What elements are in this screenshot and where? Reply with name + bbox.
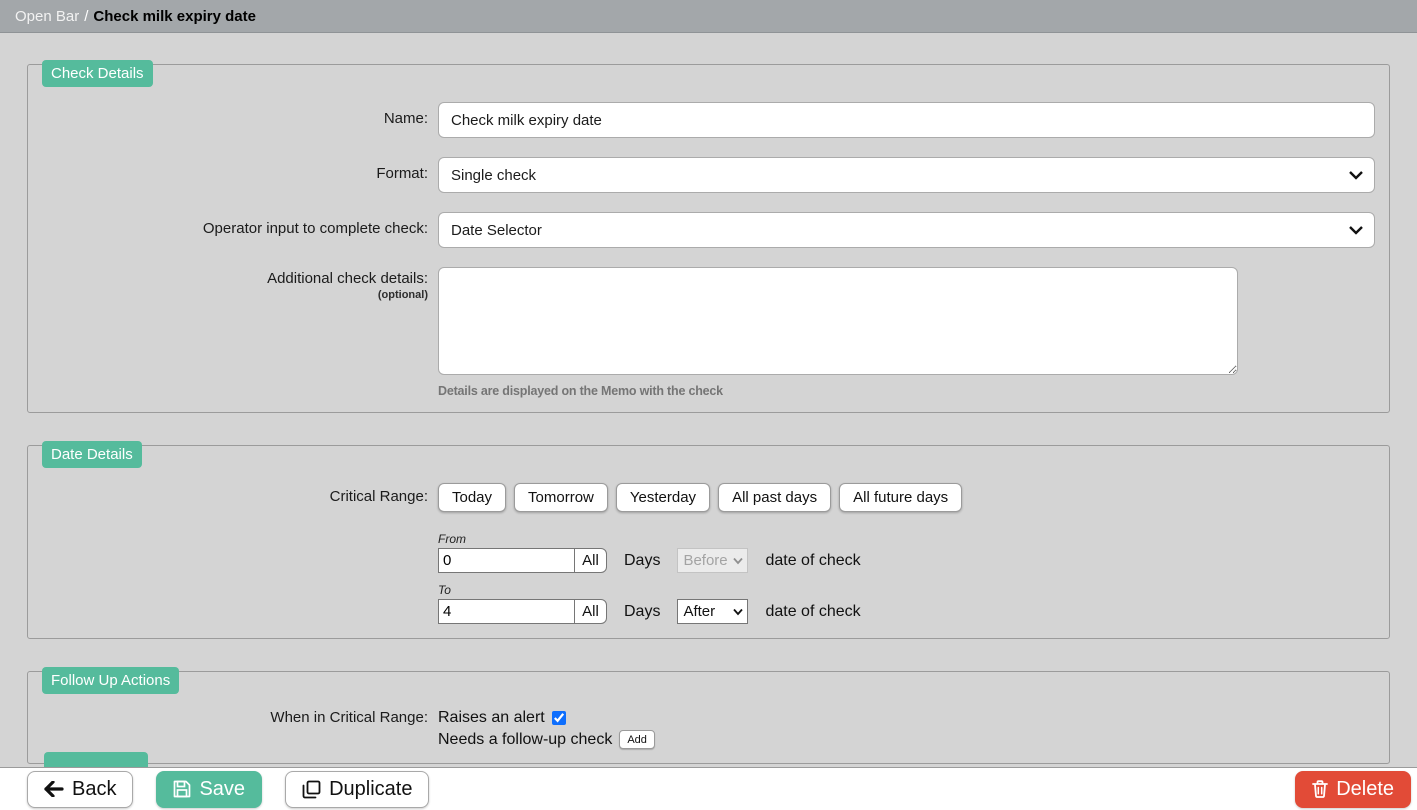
critical-range-row: Critical Range: Today Tomorrow Yesterday… [42, 483, 1375, 624]
duplicate-button[interactable]: Duplicate [285, 771, 429, 808]
operator-input-label: Operator input to complete check: [42, 212, 438, 248]
to-days-text: Days [624, 603, 660, 621]
raises-alert-line: Raises an alert [438, 709, 1375, 727]
save-button[interactable]: Save [156, 771, 262, 808]
from-all-button[interactable]: All [574, 548, 607, 573]
breadcrumb-parent-link[interactable]: Open Bar [15, 8, 79, 25]
from-days-input[interactable] [438, 548, 575, 573]
range-preset-all-future-days-button[interactable]: All future days [839, 483, 962, 512]
additional-details-row: Additional check details: (optional) Det… [42, 267, 1375, 398]
save-floppy-icon [173, 780, 191, 798]
critical-range-label: Critical Range: [42, 483, 438, 624]
when-in-critical-range-row: When in Critical Range: Raises an alert … [42, 709, 1375, 749]
date-details-legend: Date Details [42, 441, 142, 468]
follow-up-actions-section: Follow Up Actions When in Critical Range… [27, 671, 1390, 764]
follow-up-actions-legend: Follow Up Actions [42, 667, 179, 694]
from-days-text: Days [624, 552, 660, 570]
raises-alert-label: Raises an alert [438, 709, 545, 727]
additional-details-label: Additional check details: (optional) [42, 267, 438, 398]
critical-range-presets: Today Tomorrow Yesterday All past days A… [438, 483, 1375, 512]
duplicate-copy-icon [302, 780, 321, 799]
optional-note: (optional) [42, 289, 428, 301]
format-row: Format: Single check [42, 157, 1375, 193]
to-days-input[interactable] [438, 599, 575, 624]
name-label: Name: [42, 102, 438, 138]
details-help-text: Details are displayed on the Memo with t… [438, 384, 1375, 398]
range-preset-tomorrow-button[interactable]: Tomorrow [514, 483, 608, 512]
breadcrumb-separator: / [84, 8, 88, 25]
next-section-legend-partial [44, 752, 148, 767]
when-in-critical-range-label: When in Critical Range: [42, 709, 438, 749]
from-label: From [438, 532, 1375, 546]
to-all-button[interactable]: All [574, 599, 607, 624]
to-direction-select[interactable]: After [677, 599, 748, 624]
operator-input-row: Operator input to complete check: Date S… [42, 212, 1375, 248]
format-select[interactable]: Single check [438, 157, 1375, 193]
back-button[interactable]: Back [27, 771, 133, 808]
action-toolbar: Back Save Duplicate Delete [0, 767, 1417, 810]
name-row: Name: [42, 102, 1375, 138]
to-row: All Days After date of check [438, 599, 1375, 624]
follow-up-check-line: Needs a follow-up check Add [438, 730, 1375, 749]
check-details-section: Check Details Name: Format: Single check… [27, 64, 1390, 413]
from-row: All Days Before date of check [438, 548, 1375, 573]
breadcrumb: Open Bar / Check milk expiry date [0, 0, 1417, 33]
range-preset-yesterday-button[interactable]: Yesterday [616, 483, 710, 512]
operator-input-select[interactable]: Date Selector [438, 212, 1375, 248]
delete-trash-icon [1312, 780, 1328, 798]
name-input[interactable] [438, 102, 1375, 138]
page-title: Check milk expiry date [93, 8, 256, 25]
back-arrow-icon [44, 781, 64, 797]
date-details-section: Date Details Critical Range: Today Tomor… [27, 445, 1390, 639]
to-suffix-text: date of check [765, 603, 860, 621]
to-label: To [438, 583, 1375, 597]
raises-alert-checkbox[interactable] [552, 711, 566, 725]
from-direction-select[interactable]: Before [677, 548, 748, 573]
follow-up-check-label: Needs a follow-up check [438, 731, 612, 749]
format-label: Format: [42, 157, 438, 193]
add-follow-up-check-button[interactable]: Add [619, 730, 655, 749]
range-preset-today-button[interactable]: Today [438, 483, 506, 512]
check-details-legend: Check Details [42, 60, 153, 87]
range-preset-all-past-days-button[interactable]: All past days [718, 483, 831, 512]
delete-button[interactable]: Delete [1295, 771, 1411, 808]
from-suffix-text: date of check [765, 552, 860, 570]
additional-details-textarea[interactable] [438, 267, 1238, 375]
